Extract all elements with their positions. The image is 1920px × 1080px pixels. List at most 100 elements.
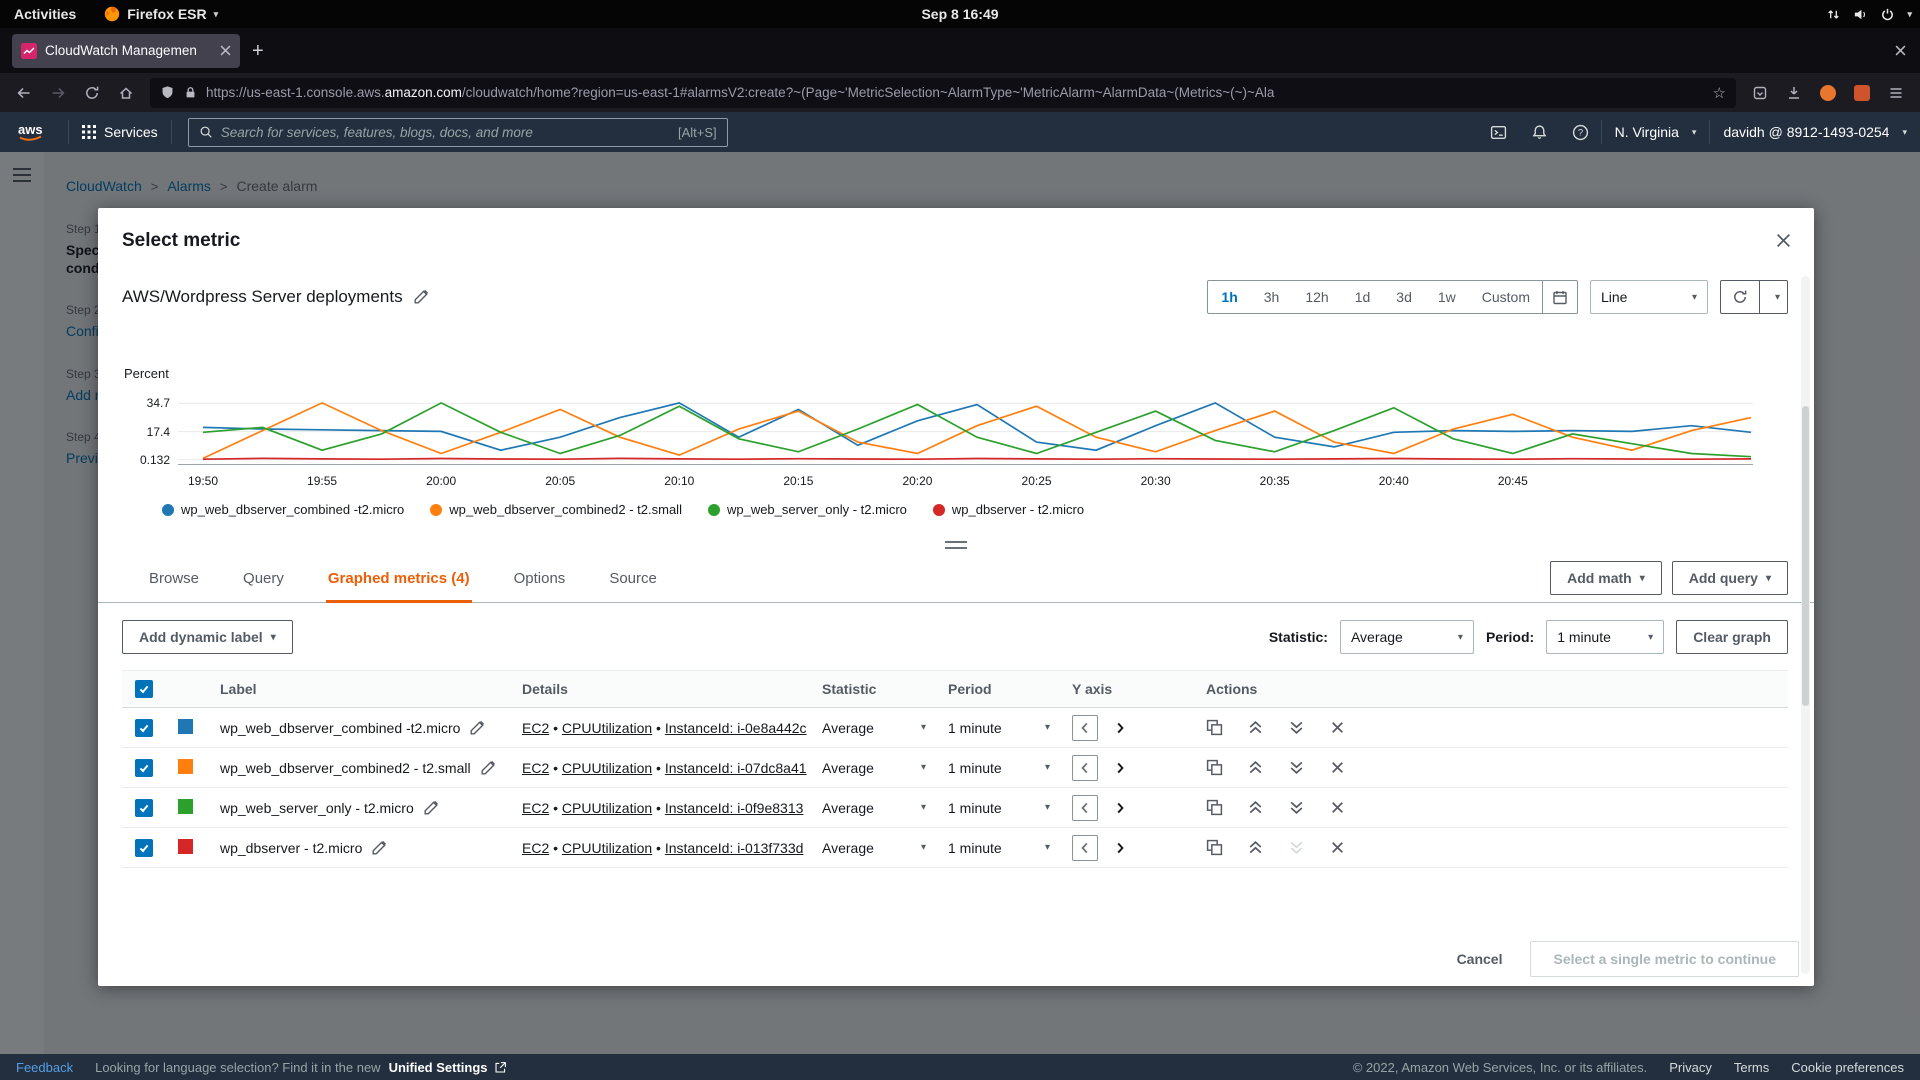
reload-button[interactable] (76, 78, 108, 108)
toolbar-extension-icon[interactable] (1744, 78, 1776, 108)
col-header-period[interactable]: Period (948, 681, 1072, 697)
metric-details[interactable]: EC2 • CPUUtilization • InstanceId: i-07d… (522, 760, 822, 776)
graph-resize-handle[interactable] (945, 541, 967, 549)
legend-item[interactable]: wp_web_server_only - t2.micro (708, 502, 907, 517)
select-all-checkbox[interactable] (135, 680, 153, 698)
back-button[interactable] (8, 78, 40, 108)
time-range-custom-button[interactable]: Custom (1469, 281, 1577, 313)
volume-icon[interactable] (1853, 7, 1868, 22)
y-axis-left-button[interactable] (1072, 715, 1098, 741)
legend-item[interactable]: wp_web_dbserver_combined -t2.micro (162, 502, 404, 517)
time-range-3h[interactable]: 3h (1251, 281, 1293, 313)
browser-tab[interactable]: CloudWatch Managemen (12, 34, 240, 68)
row-checkbox[interactable] (135, 839, 153, 857)
services-menu-button[interactable]: Services (69, 112, 171, 152)
menu-icon[interactable] (1880, 78, 1912, 108)
edit-label-icon[interactable] (469, 720, 485, 736)
time-range-1h[interactable]: 1h (1208, 281, 1250, 313)
tab-graphed-metrics-4[interactable]: Graphed metrics (4) (326, 570, 472, 603)
row-checkbox[interactable] (135, 759, 153, 777)
lock-icon[interactable] (183, 85, 198, 100)
detail-link[interactable]: EC2 (522, 760, 549, 776)
row-checkbox[interactable] (135, 719, 153, 737)
refresh-options-button[interactable]: ▾ (1759, 281, 1787, 313)
col-header-statistic[interactable]: Statistic (822, 681, 948, 697)
network-icon[interactable] (1826, 7, 1841, 22)
detail-link[interactable]: InstanceId: i-07dc8a41 (665, 760, 807, 776)
time-range-3d[interactable]: 3d (1383, 281, 1425, 313)
extension-icon-orange-circle[interactable] (1812, 78, 1844, 108)
app-menu-button[interactable]: Firefox ESR ▾ (90, 0, 232, 28)
add-math-button[interactable]: Add math ▾ (1550, 561, 1662, 595)
edit-label-icon[interactable] (480, 760, 496, 776)
url-bar[interactable]: https://us-east-1.console.aws.amazon.com… (150, 78, 1736, 108)
y-axis-left-button[interactable] (1072, 755, 1098, 781)
add-query-button[interactable]: Add query ▾ (1672, 561, 1788, 595)
account-menu[interactable]: davidh @ 8912-1493-0254 ▾ (1710, 112, 1920, 152)
time-range-1w[interactable]: 1w (1425, 281, 1469, 313)
move-down-icon[interactable] (1288, 719, 1305, 736)
aws-logo[interactable]: aws (14, 120, 52, 144)
duplicate-metric-icon[interactable] (1206, 759, 1223, 776)
unified-settings-link[interactable]: Unified Settings (389, 1060, 507, 1075)
move-down-icon[interactable] (1288, 759, 1305, 776)
detail-link[interactable]: CPUUtilization (562, 760, 652, 776)
terms-link[interactable]: Terms (1734, 1060, 1769, 1075)
region-selector[interactable]: N. Virginia ▾ (1602, 112, 1710, 152)
y-axis-right-button[interactable] (1107, 755, 1133, 781)
window-close-icon[interactable] (1895, 45, 1906, 56)
tab-query[interactable]: Query (241, 570, 286, 603)
tracking-protection-shield-icon[interactable] (160, 85, 175, 100)
remove-metric-icon[interactable] (1329, 719, 1346, 736)
row-period-select[interactable]: 1 minute ▾ (948, 840, 1072, 856)
time-range-1d[interactable]: 1d (1342, 281, 1384, 313)
col-header-yaxis[interactable]: Y axis (1072, 681, 1150, 697)
col-header-details[interactable]: Details (522, 681, 822, 697)
activities-button[interactable]: Activities (0, 0, 90, 28)
power-icon[interactable] (1880, 7, 1895, 22)
detail-link[interactable]: EC2 (522, 840, 549, 856)
duplicate-metric-icon[interactable] (1206, 839, 1223, 856)
clear-graph-button[interactable]: Clear graph (1676, 620, 1788, 654)
row-period-select[interactable]: 1 minute ▾ (948, 800, 1072, 816)
metric-details[interactable]: EC2 • CPUUtilization • InstanceId: i-0e8… (522, 720, 822, 736)
edit-label-icon[interactable] (371, 840, 387, 856)
row-statistic-select[interactable]: Average ▾ (822, 800, 948, 816)
privacy-link[interactable]: Privacy (1669, 1060, 1712, 1075)
move-up-icon[interactable] (1247, 759, 1264, 776)
detail-link[interactable]: EC2 (522, 800, 549, 816)
new-tab-button[interactable]: + (240, 34, 276, 68)
cloudshell-icon[interactable] (1478, 112, 1519, 152)
remove-metric-icon[interactable] (1329, 799, 1346, 816)
y-axis-left-button[interactable] (1072, 795, 1098, 821)
move-up-icon[interactable] (1247, 799, 1264, 816)
detail-link[interactable]: InstanceId: i-0e8a442c (665, 720, 807, 736)
forward-button[interactable] (42, 78, 74, 108)
chart-type-select[interactable]: Line ▾ (1590, 280, 1708, 314)
caret-down-icon[interactable]: ▾ (1907, 9, 1912, 20)
select-metric-submit-button[interactable]: Select a single metric to continue (1530, 941, 1799, 977)
cookie-preferences-link[interactable]: Cookie preferences (1791, 1060, 1904, 1075)
y-axis-right-button[interactable] (1107, 835, 1133, 861)
edit-graph-title-icon[interactable] (413, 289, 429, 305)
console-search-input[interactable]: Search for services, features, blogs, do… (188, 118, 728, 147)
metric-details[interactable]: EC2 • CPUUtilization • InstanceId: i-0f9… (522, 800, 822, 816)
tab-options[interactable]: Options (512, 570, 568, 603)
statistic-select[interactable]: Average ▾ (1340, 620, 1474, 654)
row-period-select[interactable]: 1 minute ▾ (948, 760, 1072, 776)
calendar-icon[interactable] (1542, 281, 1577, 313)
refresh-button[interactable] (1721, 281, 1759, 313)
row-period-select[interactable]: 1 minute ▾ (948, 720, 1072, 736)
download-icon[interactable] (1778, 78, 1810, 108)
detail-link[interactable]: CPUUtilization (562, 800, 652, 816)
extension-icon-orange-square[interactable] (1846, 78, 1878, 108)
notifications-bell-icon[interactable] (1519, 112, 1560, 152)
col-header-label[interactable]: Label (208, 681, 522, 697)
remove-metric-icon[interactable] (1329, 839, 1346, 856)
y-axis-right-button[interactable] (1107, 795, 1133, 821)
move-down-icon[interactable] (1288, 799, 1305, 816)
tab-close-icon[interactable] (220, 45, 231, 56)
detail-link[interactable]: InstanceId: i-0f9e8313 (665, 800, 804, 816)
row-checkbox[interactable] (135, 799, 153, 817)
legend-item[interactable]: wp_dbserver - t2.micro (933, 502, 1084, 517)
